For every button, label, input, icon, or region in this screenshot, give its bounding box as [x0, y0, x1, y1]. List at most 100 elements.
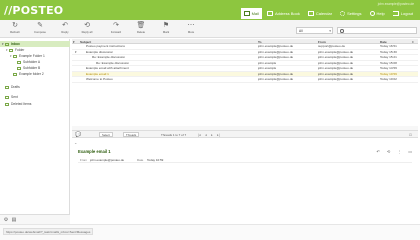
status-bar: https://posteo.de/webmail/?_task=mail&_m…	[0, 224, 420, 240]
folder-label: Drafts	[11, 85, 20, 89]
filter-select[interactable]: All	[296, 27, 333, 34]
mail-icon	[243, 11, 250, 16]
calendar-icon	[307, 11, 314, 16]
refresh-icon: ↻	[12, 22, 18, 29]
quota-icon[interactable]: ▤	[11, 217, 17, 223]
compose-icon: ✎	[37, 22, 43, 29]
delete-label: Delete	[136, 30, 146, 34]
open-window-icon[interactable]: ▭	[408, 149, 412, 154]
message-from: john.example@posteo.de	[318, 77, 354, 81]
last-page-icon[interactable]: ▸|	[217, 133, 220, 137]
reply-all-button[interactable]: ⟲ Reply all	[78, 22, 96, 36]
mark-label: Mark	[162, 30, 170, 34]
folder-drafts[interactable]: Drafts	[0, 84, 70, 90]
trash-icon: 🗑	[136, 22, 146, 29]
sidebar-footer: ⚙ ▤	[0, 214, 70, 224]
address-book-icon	[266, 11, 273, 16]
folder-icon	[9, 48, 13, 52]
folder-icon	[13, 72, 17, 76]
help-icon	[369, 11, 375, 16]
preview-subject: Example email 1	[78, 149, 111, 154]
folder-label: Example folder 2	[19, 72, 44, 76]
from-value[interactable]: john.example@posteo.de	[90, 158, 124, 162]
next-page-icon[interactable]: ▸	[211, 133, 213, 137]
folder-label: Deleted Items	[11, 102, 32, 106]
message-subject: Welcome to Posteo	[86, 77, 113, 81]
reply-all-icon: ⟲	[84, 22, 90, 29]
reply-all-icon[interactable]: ⟲	[387, 149, 390, 154]
message-to: john.example@posteo.de	[258, 77, 294, 81]
nav-address-book-label: Address Book	[274, 11, 300, 16]
user-email: john.example@posteo.de	[377, 2, 414, 6]
reply-label: Reply	[61, 30, 69, 34]
search-input[interactable]	[337, 27, 417, 34]
search-icon	[340, 29, 344, 33]
nav-help[interactable]: Help	[367, 8, 388, 19]
forward-icon: ↷	[113, 22, 119, 29]
select-menu-button[interactable]: Select	[99, 132, 113, 138]
more-label: More	[187, 30, 195, 34]
logout-icon	[392, 11, 399, 16]
chevron-down-icon[interactable]: ⌄	[74, 140, 77, 145]
threads-menu-button[interactable]: Threads	[123, 132, 140, 138]
more-icon[interactable]: ⋮	[397, 149, 401, 154]
compose-label: Compose	[34, 30, 46, 34]
reply-button[interactable]: ↶ Reply	[56, 22, 74, 36]
folder-icon	[17, 66, 21, 70]
nav-settings-label: Settings	[347, 11, 362, 16]
folder-icon	[13, 54, 17, 58]
reply-all-label: Reply all	[81, 30, 93, 34]
message-count: Threads 1 to 7 of 7	[161, 133, 187, 137]
from-label: From	[80, 158, 87, 162]
more-button[interactable]: ⋯ More	[182, 22, 200, 36]
preview-actions: ↶ ⟲ ⋮ ▭	[377, 149, 413, 154]
folder-sidebar: ▾ Inbox ▾ Folder ▾ Example Folder 1 Subf…	[0, 39, 70, 224]
message-row[interactable]: Welcome to Posteo john.example@posteo.de…	[72, 77, 418, 83]
collapse-preview-icon[interactable]: ⊡	[409, 133, 412, 137]
top-navigation: Mail Address Book Calendar Settings Help…	[240, 8, 416, 19]
flag-icon: ⚑	[162, 22, 170, 29]
prev-page-icon[interactable]: ◂	[205, 133, 207, 137]
folder-example-folder-2[interactable]: Example folder 2	[0, 71, 70, 77]
nav-settings[interactable]: Settings	[337, 8, 364, 19]
chat-bubbles-icon[interactable]: 💬	[75, 132, 81, 138]
inbox-icon	[5, 42, 9, 46]
message-preview: ⌄ Example email 1 ↶ ⟲ ⋮ ▭ From john.exam…	[72, 138, 418, 224]
delete-button[interactable]: 🗑 Delete	[132, 22, 150, 36]
date-value: Today 10:59	[147, 158, 164, 162]
nav-help-label: Help	[376, 11, 385, 16]
message-date: Today 10:02	[380, 77, 397, 81]
gear-icon	[340, 11, 346, 16]
message-list: ▾ Subject To From Date ≡ Posteo payment …	[72, 39, 418, 126]
nav-logout-label: Logout	[400, 11, 413, 16]
mark-button[interactable]: ⚑ Mark	[157, 22, 175, 36]
refresh-label: Refresh	[10, 30, 20, 34]
preview-headers: From john.example@posteo.de Date Today 1…	[78, 157, 412, 163]
trash-icon	[5, 102, 9, 106]
status-url: https://posteo.de/webmail/?_task=mail&_m…	[3, 228, 94, 236]
nav-logout[interactable]: Logout	[390, 8, 416, 19]
app-header: //POSTEO john.example@posteo.de Mail Add…	[0, 0, 420, 20]
date-label: Date	[137, 158, 144, 162]
folder-sent[interactable]: Sent	[0, 94, 70, 100]
sent-icon	[5, 95, 9, 99]
forward-button[interactable]: ↷ Forward	[107, 22, 125, 36]
compose-button[interactable]: ✎ Compose	[31, 22, 49, 36]
nav-address-book[interactable]: Address Book	[264, 8, 303, 19]
preview-header-bar: ⌄	[72, 140, 418, 148]
nav-mail-label: Mail	[251, 11, 259, 16]
folder-options-gear-icon[interactable]: ⚙	[3, 217, 9, 223]
nav-calendar-label: Calendar	[315, 11, 333, 16]
forward-label: Forward	[110, 30, 122, 34]
folder-icon	[17, 60, 21, 64]
reply-icon: ↶	[62, 22, 68, 29]
nav-mail[interactable]: Mail	[240, 8, 262, 19]
posteo-logo[interactable]: //POSTEO	[4, 4, 63, 17]
reply-icon[interactable]: ↶	[377, 149, 380, 154]
folder-label: Sent	[11, 95, 18, 99]
folder-deleted-items[interactable]: Deleted Items	[0, 101, 70, 107]
drafts-icon	[5, 85, 9, 89]
first-page-icon[interactable]: |◂	[198, 133, 201, 137]
refresh-button[interactable]: ↻ Refresh	[6, 22, 24, 36]
nav-calendar[interactable]: Calendar	[305, 8, 335, 19]
